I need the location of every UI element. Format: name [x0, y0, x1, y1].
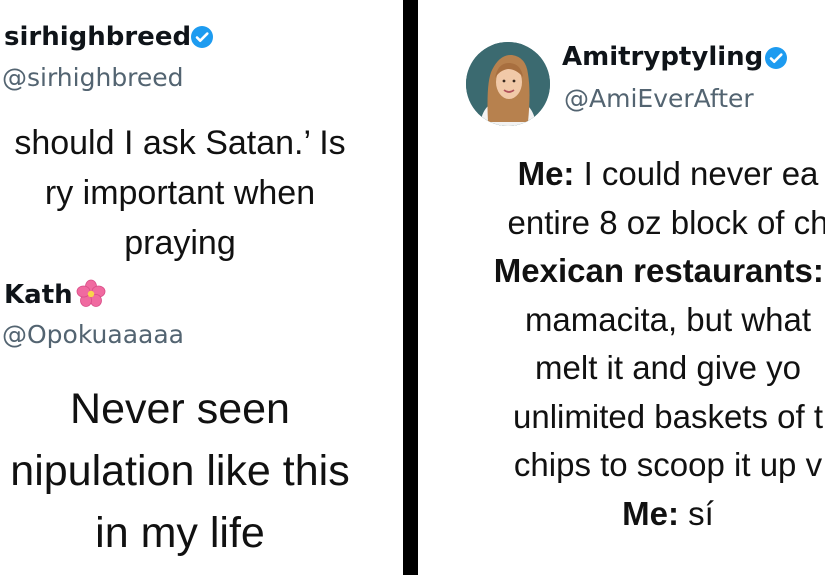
tweet-text-line: ry important when [44, 174, 316, 212]
tweet-text-fragment: I could never ea [574, 155, 819, 192]
tweet-text-line: entire 8 oz block of ch [507, 203, 825, 241]
tweet-text-line: chips to scoop it up v [513, 446, 823, 483]
tweet-text-line: Mexican restaurants: [418, 247, 825, 296]
speaker-label: Me: [622, 494, 679, 532]
tweet-text-line: nipulation like this [10, 447, 350, 495]
hibiscus-icon [76, 279, 106, 307]
tweet-text-line: unlimited baskets of t [513, 397, 823, 435]
tweet-text: should I ask Satan.’ Is ry important whe… [0, 118, 403, 268]
author-name[interactable]: sirhighbreed [4, 22, 191, 52]
author-handle[interactable]: @AmiEverAfter [564, 84, 754, 113]
verified-badge-icon [765, 47, 787, 69]
tweet-text: Me: I could never ea entire 8 oz block o… [418, 150, 825, 538]
left-tweet-panel: sirhighbreed @sirhighbreed should I ask … [0, 0, 403, 575]
author-name[interactable]: Kath [4, 280, 73, 310]
tweet-text-fragment: sí [679, 494, 714, 532]
tweet-text-line: Never seen [70, 385, 290, 433]
tweet-text-line: melt it and give yo [535, 349, 801, 386]
avatar[interactable] [466, 42, 550, 126]
tweet-text: Never seen nipulation like this in my li… [0, 378, 403, 564]
tweet-text-line: Me: sí [418, 490, 825, 539]
tweet-text-line: in my life [95, 509, 265, 557]
tweet-text-line: Me: I could never ea [418, 150, 825, 199]
right-tweet-panel: Amitryptyling @AmiEverAfter Me: I could … [418, 0, 825, 575]
verified-badge-icon [191, 26, 213, 48]
author-name[interactable]: Amitryptyling [562, 42, 763, 72]
speaker-label: Me: [517, 155, 575, 192]
tweet-text-line: mamacita, but what [524, 300, 812, 338]
profile-photo-icon [466, 42, 550, 126]
tweet-text-line: should I ask Satan.’ Is [14, 124, 346, 162]
author-handle[interactable]: @sirhighbreed [2, 63, 184, 92]
author-handle[interactable]: @Opokuaaaaa [2, 320, 184, 349]
tweet-text-line: praying [124, 224, 236, 262]
speaker-label: Mexican restaurants: [493, 252, 824, 289]
